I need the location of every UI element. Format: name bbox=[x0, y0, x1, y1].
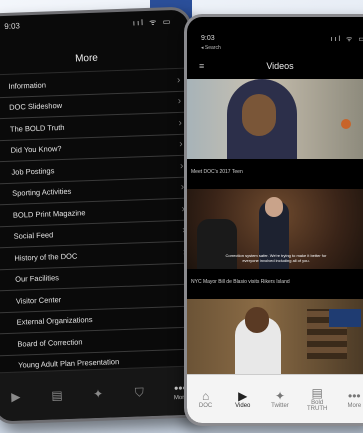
video-thumbnail[interactable]: Correction system safer. We're trying to… bbox=[187, 189, 363, 269]
video-caption: Meet DOC's 2017 Teen bbox=[191, 169, 243, 175]
video-caption: NYC Mayor Bill de Blasio visits Rikers I… bbox=[191, 279, 290, 285]
tab-doc[interactable]: ⌂ DOC bbox=[191, 389, 221, 409]
video-thumbnail[interactable] bbox=[187, 79, 363, 159]
video-item[interactable]: Meet DOC's 2017 Teen bbox=[187, 79, 363, 185]
chevron-right-icon: › bbox=[177, 96, 182, 108]
tab-more[interactable]: ••• More bbox=[339, 389, 363, 409]
bold-truth-icon: ▤ bbox=[311, 386, 323, 400]
video-thumbnail[interactable] bbox=[187, 299, 363, 379]
video-item[interactable]: Correction system safer. We're trying to… bbox=[187, 189, 363, 295]
tab-shield[interactable]: ⛉ bbox=[121, 384, 158, 400]
news-icon: ▤ bbox=[51, 388, 63, 403]
tab-news[interactable]: ▤ bbox=[39, 388, 75, 403]
page-title: Videos bbox=[266, 61, 294, 71]
video-subtitle: Correction system safer. We're trying to… bbox=[225, 253, 327, 263]
tab-twitter[interactable]: ✦ bbox=[80, 386, 116, 401]
back-to-search-link[interactable]: ◂ Search bbox=[201, 45, 221, 51]
chevron-right-icon: › bbox=[176, 74, 181, 86]
video-icon: ▶ bbox=[11, 389, 21, 404]
tab-bar: ⌂ DOC ▶ Video ✦ Twitter ▤ Bold TRUTH ••• More bbox=[187, 374, 363, 423]
chevron-right-icon: › bbox=[179, 139, 183, 151]
video-icon: ▶ bbox=[238, 389, 248, 403]
right-phone: 9:03 ◂ Search ııl ᯤ ▭ ≡ Videos Meet DOC'… bbox=[184, 14, 363, 426]
more-icon: ••• bbox=[348, 389, 361, 403]
tab-video[interactable]: ▶ Video bbox=[228, 389, 258, 409]
status-icons: ııl ᯤ ▭ bbox=[132, 17, 173, 28]
video-item[interactable] bbox=[187, 299, 363, 379]
status-icons: ııl ᯤ ▭ bbox=[330, 36, 363, 43]
chevron-right-icon: › bbox=[178, 117, 183, 129]
chevron-right-icon: › bbox=[179, 160, 184, 172]
tab-twitter[interactable]: ✦ Twitter bbox=[265, 389, 295, 409]
twitter-icon: ✦ bbox=[274, 389, 285, 403]
page-title: More bbox=[74, 52, 99, 65]
home-icon: ⌂ bbox=[201, 389, 210, 403]
status-time: 9:03 bbox=[201, 35, 215, 42]
twitter-icon: ✦ bbox=[92, 386, 104, 402]
tab-video[interactable]: ▶ bbox=[0, 389, 34, 404]
status-time: 9:03 bbox=[4, 21, 21, 31]
tab-bold-truth[interactable]: ▤ Bold TRUTH bbox=[302, 386, 332, 412]
status-bar: 9:03 ııl ᯤ ▭ bbox=[0, 16, 189, 37]
name-badge bbox=[329, 309, 361, 327]
shield-icon: ⛉ bbox=[134, 384, 145, 400]
video-list: Meet DOC's 2017 Teen Correction system s… bbox=[187, 79, 363, 383]
tab-bar: ▶ ▤ ✦ ⛉ ••• More bbox=[0, 365, 203, 422]
more-menu: Information › DOC Slideshow › The BOLD Tru… bbox=[0, 69, 201, 378]
left-phone: 9:03 ııl ᯤ ▭ More Information › DOC Slide… bbox=[0, 6, 206, 425]
